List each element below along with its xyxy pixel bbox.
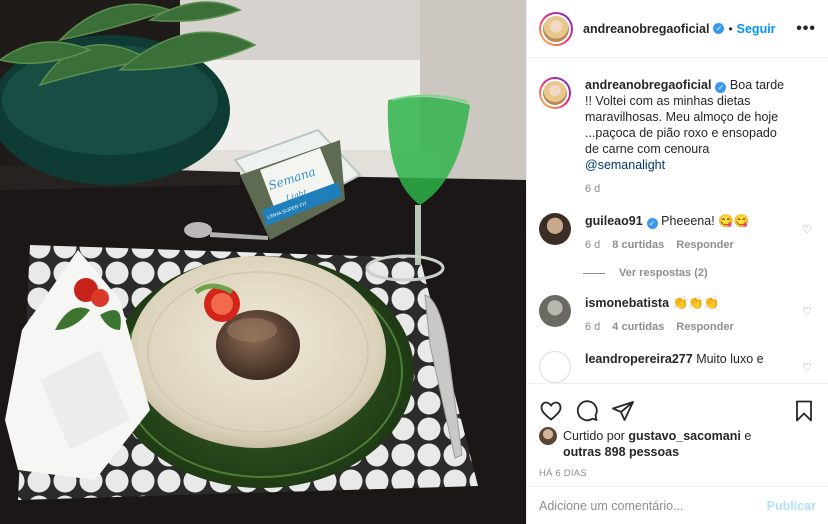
instagram-post: Semana Light LINHA SUPER FIT andreanobre… (0, 0, 828, 524)
commenter-avatar[interactable] (539, 295, 571, 327)
food-photo: Semana Light LINHA SUPER FIT (0, 0, 526, 524)
comment-username[interactable]: ismonebatista (585, 296, 669, 310)
reply-button[interactable]: Responder (676, 319, 733, 335)
action-bar (527, 384, 828, 428)
author-avatar[interactable] (539, 11, 573, 46)
comment-body: guileao91 ✓ Pheeena! 😋😋 6 d 8 curtidas Re… (585, 213, 785, 253)
commenter-avatar[interactable] (539, 351, 571, 383)
comment-item: guileao91 ✓ Pheeena! 😋😋 6 d 8 curtidas Re… (539, 213, 816, 253)
caption-avatar[interactable] (539, 77, 571, 109)
avatar-image (541, 79, 569, 107)
verified-badge-icon: ✓ (715, 82, 727, 93)
comment-text: Muito luxo e (696, 352, 764, 366)
liked-by-middle: e (740, 429, 752, 443)
comment-likes[interactable]: 4 curtidas (612, 319, 664, 335)
liked-by-prefix: Curtido por (563, 429, 629, 443)
comment-username[interactable]: leandropereira277 (585, 352, 693, 366)
reply-button[interactable]: Responder (676, 237, 733, 253)
follow-button[interactable]: Seguir (737, 22, 776, 36)
avatar-image (541, 13, 571, 44)
author-username[interactable]: andreanobregaoficial (583, 22, 709, 36)
comments-list[interactable]: andreanobregaoficial ✓ Boa tarde !! Volte… (527, 59, 828, 383)
comment-text: 👏👏👏 (672, 296, 720, 310)
comment-like-heart-icon[interactable]: ♡ (802, 361, 812, 374)
view-replies-button[interactable]: Ver respostas (2) (583, 267, 816, 279)
view-replies-label: Ver respostas (2) (619, 267, 708, 279)
caption-time[interactable]: 6 d (585, 181, 600, 197)
caption-body: andreanobregaoficial ✓ Boa tarde !! Volte… (585, 77, 785, 197)
post-date[interactable]: HÁ 6 DIAS (527, 460, 828, 479)
post-header: andreanobregaoficial ✓ • Seguir ••• (527, 0, 828, 58)
liker-avatar[interactable] (539, 427, 557, 445)
liked-by-user[interactable]: gustavo_sacomani (628, 429, 741, 443)
post-photo[interactable]: Semana Light LINHA SUPER FIT (0, 0, 526, 524)
comment-like-heart-icon[interactable]: ♡ (802, 305, 812, 318)
bookmark-icon[interactable] (792, 399, 816, 423)
comment-body: ismonebatista 👏👏👏 6 d 4 curtidas Respond… (585, 295, 785, 335)
comment-time[interactable]: 6 d (585, 319, 600, 335)
commenter-avatar[interactable] (539, 213, 571, 245)
caption-mention-link[interactable]: @semanalight (585, 158, 665, 172)
comment-text: Pheeena! 😋😋 (661, 214, 750, 228)
comment-meta: 6 d 4 curtidas Responder (585, 319, 785, 335)
liked-by: Curtido por gustavo_sacomani e outras 89… (527, 427, 828, 460)
caption-meta: 6 d (585, 181, 785, 197)
verified-badge-icon: ✓ (713, 23, 725, 34)
comment-meta: 6 d 8 curtidas Responder (585, 237, 785, 253)
publish-button[interactable]: Publicar (767, 499, 816, 513)
liked-by-text: Curtido por gustavo_sacomani e outras 89… (563, 428, 751, 460)
post-side-panel: andreanobregaoficial ✓ • Seguir ••• andr… (526, 0, 828, 524)
caption: andreanobregaoficial ✓ Boa tarde !! Volte… (539, 77, 816, 197)
post-actions: Curtido por gustavo_sacomani e outras 89… (527, 383, 828, 524)
share-icon[interactable] (611, 399, 635, 423)
replies-line (583, 272, 605, 274)
verified-badge-icon: ✓ (646, 218, 658, 229)
separator-dot: • (728, 21, 733, 36)
comment-body: leandropereira277 Muito luxo e (585, 351, 785, 383)
comment-icon[interactable] (575, 399, 599, 423)
comment-username[interactable]: guileao91 (585, 214, 643, 228)
add-comment-bar: Publicar (527, 486, 828, 524)
comment-likes[interactable]: 8 curtidas (612, 237, 664, 253)
add-comment-input[interactable] (539, 498, 767, 513)
comment-item: leandropereira277 Muito luxo e ♡ (539, 351, 816, 383)
caption-username[interactable]: andreanobregaoficial (585, 78, 711, 92)
comment-item: ismonebatista 👏👏👏 6 d 4 curtidas Respond… (539, 295, 816, 335)
comment-like-heart-icon[interactable]: ♡ (802, 223, 812, 236)
heart-icon[interactable] (539, 399, 563, 423)
comment-time[interactable]: 6 d (585, 237, 600, 253)
liked-by-others[interactable]: outras 898 pessoas (563, 445, 679, 459)
more-options-icon[interactable]: ••• (796, 20, 816, 38)
